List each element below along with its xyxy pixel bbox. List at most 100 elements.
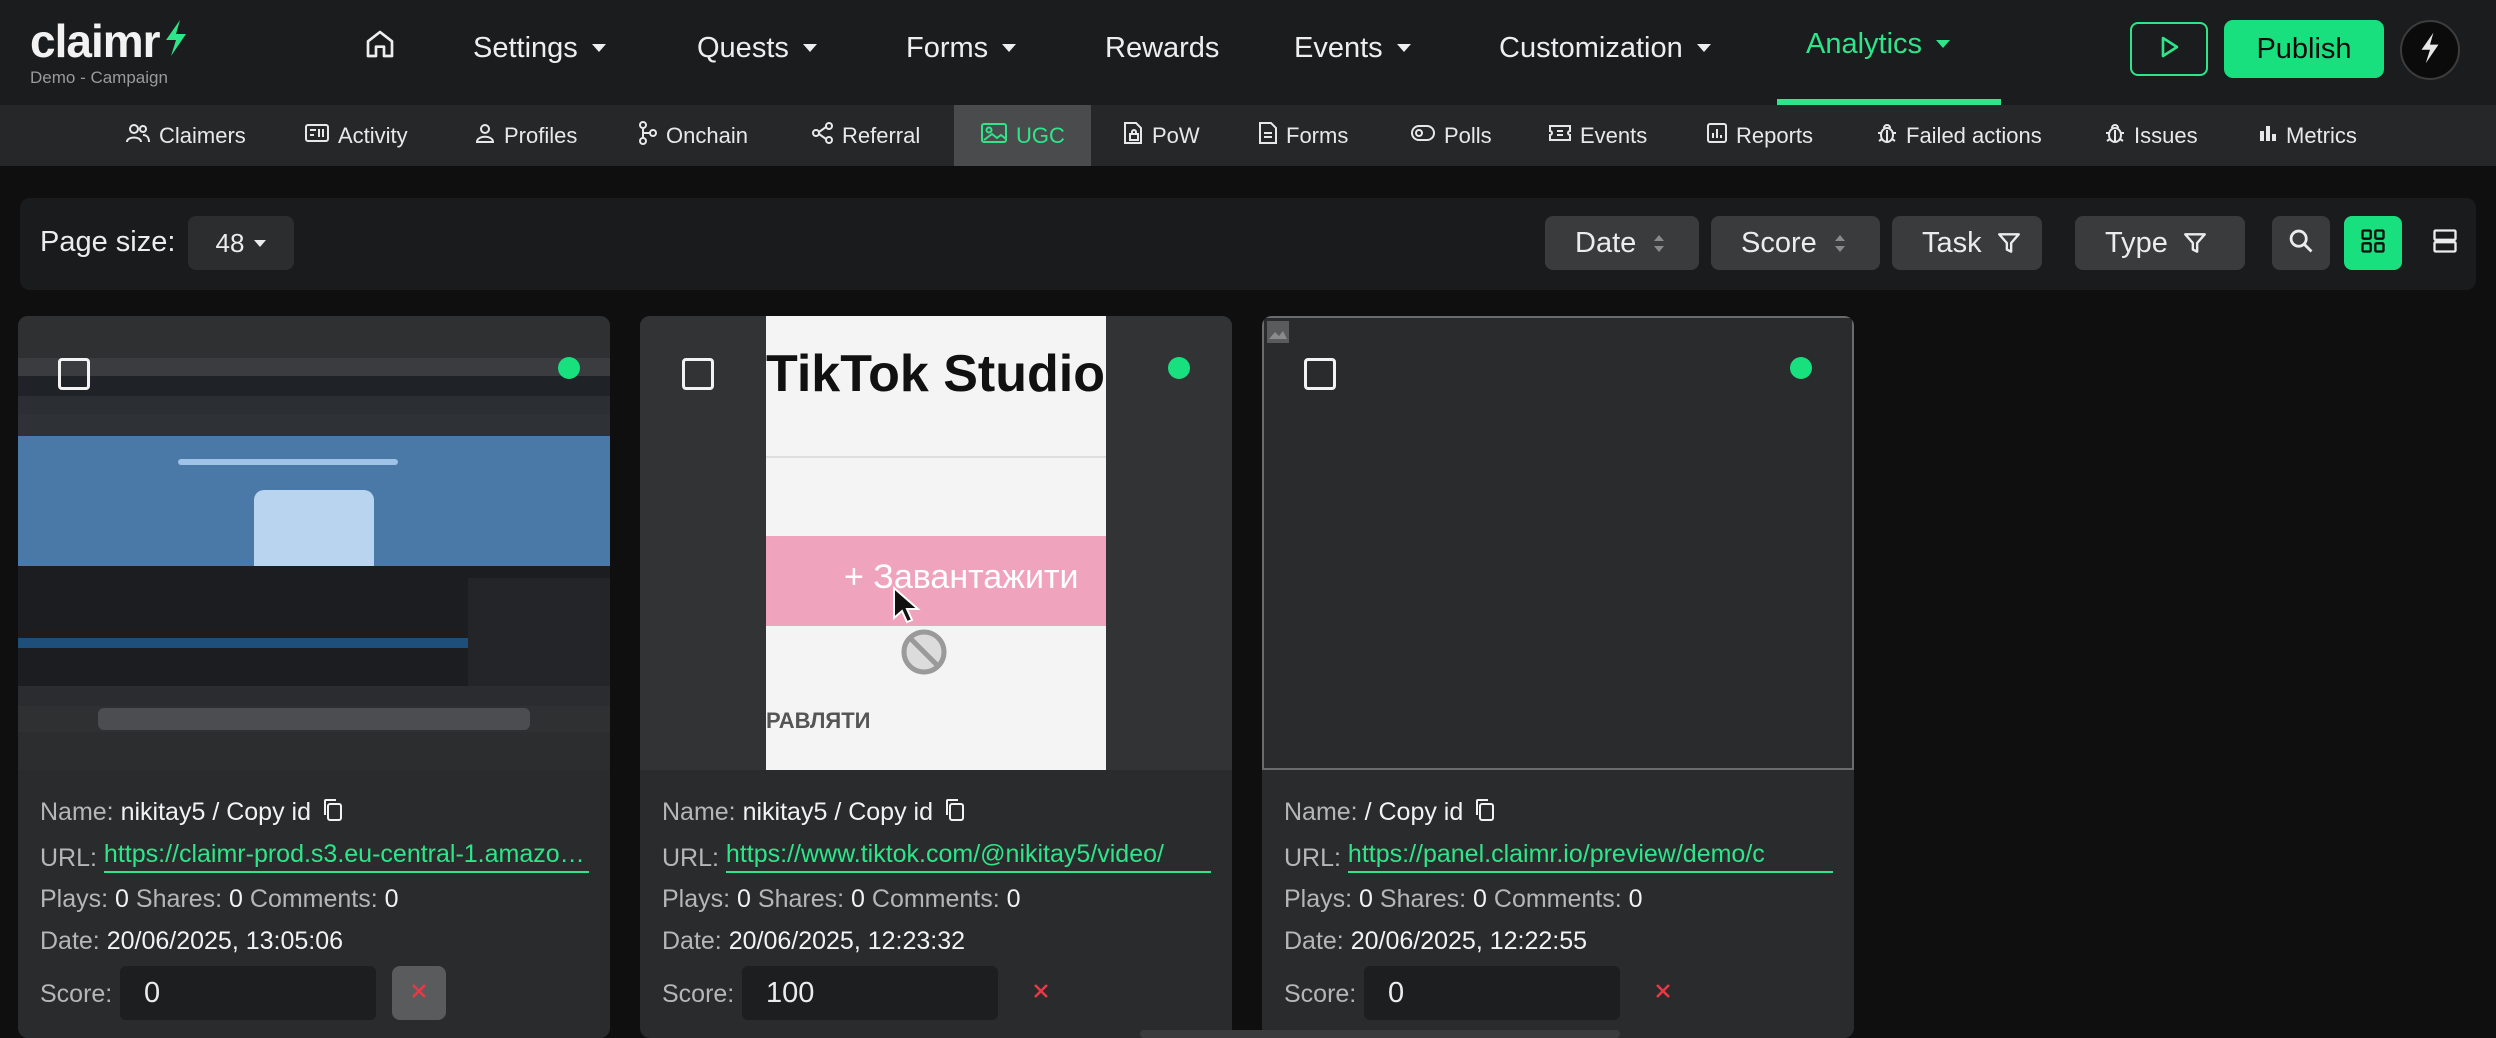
ugc-url-link[interactable]: https://www.tiktok.com/@nikitay5/video/ bbox=[725, 840, 1211, 873]
chevron-down-icon bbox=[254, 239, 267, 247]
bolt-icon bbox=[162, 18, 190, 63]
subnav-referral-label: Referral bbox=[842, 122, 921, 148]
subnav-ugc[interactable]: UGC bbox=[954, 105, 1091, 166]
subnav-polls[interactable]: Polls bbox=[1410, 105, 1492, 166]
search-button[interactable] bbox=[2272, 216, 2330, 270]
subnav-events[interactable]: Events bbox=[1548, 105, 1647, 166]
subnav-reports[interactable]: Reports bbox=[1706, 105, 1813, 166]
bolt-icon bbox=[2417, 31, 2443, 70]
nav-customization[interactable]: Customization bbox=[1499, 26, 1711, 70]
list-view-button[interactable] bbox=[2416, 216, 2474, 270]
nav-analytics[interactable]: Analytics bbox=[1806, 22, 1951, 66]
nav-events[interactable]: Events bbox=[1294, 26, 1411, 70]
page-size-label: Page size: bbox=[40, 226, 176, 258]
name-label: Name: bbox=[662, 798, 736, 827]
nav-customization-label: Customization bbox=[1499, 31, 1683, 64]
subnav-failed-actions[interactable]: Failed actions bbox=[1876, 105, 2042, 166]
name-label: Name: bbox=[40, 798, 114, 827]
date-label: Date: bbox=[1284, 927, 1344, 955]
score-label: Score: bbox=[662, 980, 735, 1008]
nav-rewards[interactable]: Rewards bbox=[1105, 26, 1219, 70]
shares-label: Shares: bbox=[757, 885, 845, 913]
ugc-url-link[interactable]: https://panel.claimr.io/preview/demo/c bbox=[1347, 840, 1833, 873]
brand-name: claimr bbox=[30, 15, 161, 67]
copy-icon[interactable] bbox=[322, 798, 344, 829]
filter-task-button[interactable]: Task bbox=[1892, 216, 2042, 270]
ugc-thumbnail[interactable] bbox=[1262, 316, 1854, 770]
subnav-activity-label: Activity bbox=[338, 122, 408, 148]
ugc-thumbnail[interactable] bbox=[18, 316, 610, 770]
ugc-url-link[interactable]: https://claimr-prod.s3.eu-central-1.amaz… bbox=[103, 840, 589, 873]
nav-home[interactable] bbox=[364, 26, 396, 70]
select-checkbox[interactable] bbox=[682, 358, 714, 390]
score-input[interactable]: 0 bbox=[1364, 966, 1620, 1020]
subnav-pow-label: PoW bbox=[1152, 122, 1200, 148]
grid-view-button[interactable] bbox=[2344, 216, 2402, 270]
score-label: Score: bbox=[40, 980, 113, 1008]
broken-image-frame bbox=[1262, 316, 1854, 770]
copy-id-link[interactable]: Copy id bbox=[848, 798, 933, 826]
subnav-onchain[interactable]: Onchain bbox=[638, 105, 748, 166]
filter-type-button[interactable]: Type bbox=[2075, 216, 2245, 270]
chevron-down-icon bbox=[591, 44, 606, 52]
subnav-activity[interactable]: Activity bbox=[304, 105, 408, 166]
copy-id-link[interactable]: Copy id bbox=[226, 798, 311, 826]
score-label: Score: bbox=[1284, 980, 1357, 1008]
broken-image-icon bbox=[1266, 320, 1290, 349]
nav-quests[interactable]: Quests bbox=[697, 26, 817, 70]
subnav-issues[interactable]: Issues bbox=[2104, 105, 2198, 166]
user-avatar[interactable] bbox=[2400, 20, 2460, 80]
name-row: Name: nikitay5 / Copy id bbox=[662, 798, 966, 829]
preview-button[interactable] bbox=[2130, 22, 2208, 76]
copy-id-link[interactable]: Copy id bbox=[1379, 798, 1464, 826]
cursor-icon bbox=[892, 585, 922, 631]
select-checkbox[interactable] bbox=[58, 358, 90, 390]
filter-icon bbox=[1996, 230, 2022, 256]
copy-icon[interactable] bbox=[1474, 798, 1496, 829]
shares-label: Shares: bbox=[135, 885, 223, 913]
sort-date-label: Date bbox=[1575, 226, 1637, 259]
chevron-down-icon bbox=[1936, 40, 1951, 48]
sort-score-button[interactable]: Score bbox=[1711, 216, 1880, 270]
chevron-down-icon bbox=[1696, 44, 1711, 52]
reject-button[interactable] bbox=[1636, 966, 1690, 1020]
analytics-subnav: Claimers Activity Profiles Onchain Refer… bbox=[0, 105, 2496, 166]
subnav-pow[interactable]: PoW bbox=[1122, 105, 1200, 166]
select-checkbox[interactable] bbox=[1304, 358, 1336, 390]
claimer-name: nikitay5 bbox=[120, 798, 206, 827]
score-input[interactable]: 100 bbox=[742, 966, 998, 1020]
subnav-referral[interactable]: Referral bbox=[812, 105, 920, 166]
chevron-down-icon bbox=[802, 44, 817, 52]
image-icon bbox=[980, 122, 1016, 150]
date-row: Date: 20/06/2025, 13:05:06 bbox=[40, 927, 343, 956]
activity-icon bbox=[304, 122, 338, 150]
nav-forms[interactable]: Forms bbox=[906, 26, 1017, 70]
subnav-profiles[interactable]: Profiles bbox=[474, 105, 577, 166]
url-label: URL: bbox=[662, 844, 719, 872]
sort-date-button[interactable]: Date bbox=[1545, 216, 1699, 270]
close-icon bbox=[1653, 981, 1673, 1006]
claimer-name: nikitay5 bbox=[742, 798, 828, 827]
date-label: Date: bbox=[662, 927, 722, 955]
ugc-card: Name: / Copy id URL: https://panel.claim… bbox=[1262, 316, 1854, 1038]
ticket-icon bbox=[1548, 123, 1580, 149]
reject-button[interactable] bbox=[1014, 966, 1068, 1020]
not-allowed-icon bbox=[900, 628, 948, 681]
copy-icon[interactable] bbox=[944, 798, 966, 829]
subnav-claimers[interactable]: Claimers bbox=[125, 105, 246, 166]
reject-button[interactable] bbox=[392, 966, 446, 1020]
url-label: URL: bbox=[40, 844, 97, 872]
nav-settings[interactable]: Settings bbox=[473, 26, 606, 70]
page-size-select[interactable]: 48 bbox=[188, 216, 294, 270]
status-dot bbox=[1168, 357, 1190, 379]
subnav-metrics[interactable]: Metrics bbox=[2258, 105, 2357, 166]
score-input[interactable]: 0 bbox=[120, 966, 376, 1020]
subnav-forms[interactable]: Forms bbox=[1258, 105, 1348, 166]
brand-logo[interactable]: claimr Demo - Campaign bbox=[30, 18, 190, 88]
horizontal-scrollbar[interactable] bbox=[1140, 1030, 1620, 1038]
publish-button[interactable]: Publish bbox=[2224, 20, 2384, 78]
subnav-profiles-label: Profiles bbox=[504, 122, 578, 148]
url-label: URL: bbox=[1284, 844, 1341, 872]
ugc-thumbnail[interactable]: TikTok Studio + Завантажити РАВЛЯТИ bbox=[640, 316, 1232, 770]
url-row: URL: https://claimr-prod.s3.eu-central-1… bbox=[40, 840, 589, 873]
